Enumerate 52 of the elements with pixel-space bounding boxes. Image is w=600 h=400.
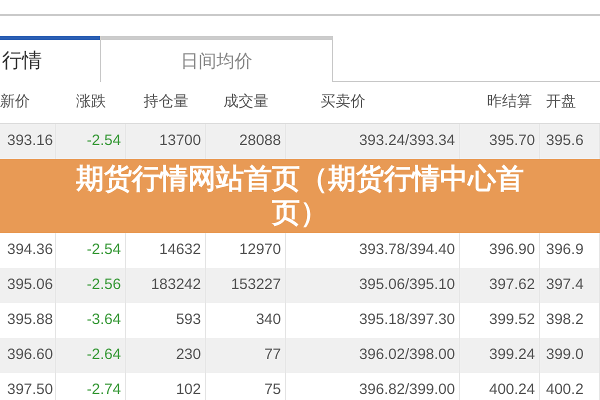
column-header: 新价	[0, 92, 31, 112]
column-header: 买卖价	[320, 92, 366, 112]
table-cell-text: 395.6	[546, 131, 584, 152]
table-cell-text: 393.78/394.40	[359, 240, 455, 260]
column-header: 持仓量	[142, 92, 190, 112]
table-cell-text: 396.90	[489, 240, 535, 260]
table-cell-text: 395.18/397.30	[359, 310, 455, 330]
table-cell-text: -2.54	[86, 131, 121, 152]
table-cell-text: 396.60	[7, 345, 53, 366]
banner-title: 期货行情网站首页（期货行情中心首页）	[75, 162, 525, 230]
table-cell-text: -2.54	[86, 240, 121, 260]
table-cell-text: 397.4	[546, 275, 584, 296]
table-cell-text: -2.74	[86, 380, 121, 400]
tab[interactable]: 行情	[0, 36, 100, 82]
table-cell-text: 153227	[230, 275, 281, 296]
table-cell-text: 397.62	[489, 275, 535, 296]
column-header: 涨跌	[75, 92, 107, 112]
column-header: 成交量	[222, 92, 270, 112]
column-header: 昨结算	[486, 92, 533, 112]
table-cell-text: 399.52	[489, 310, 535, 330]
table-cell-text: 394.36	[7, 240, 53, 260]
table-cell-text: 400.24	[489, 380, 535, 400]
table-cell-text: 393.24/393.34	[359, 131, 455, 152]
table-cell-text: 397.50	[7, 380, 53, 400]
table-cell-text: 399.0	[546, 345, 584, 366]
table-cell-text: -2.56	[86, 275, 121, 296]
table-cell-text: 395.88	[7, 310, 53, 330]
table-cell-text: 400.2	[546, 380, 584, 400]
table-cell-text: 102	[176, 380, 201, 400]
tab[interactable]: 日间均价	[100, 36, 333, 82]
table-cell-text: 396.9	[546, 240, 584, 260]
table-cell-text: 396.02/398.00	[359, 345, 455, 366]
table-cell-text: 75	[264, 380, 281, 400]
column-header: 开盘	[545, 92, 577, 112]
table-cell-text: 230	[176, 345, 201, 366]
table-cell-text: 393.16	[7, 131, 53, 152]
table-cell-text: 340	[256, 310, 281, 330]
table-cell-text: 395.06/395.10	[359, 275, 455, 296]
table-cell-text: -3.64	[86, 310, 121, 330]
table-cell-text: -2.64	[86, 345, 121, 366]
table-cell-text: 28088	[239, 131, 281, 152]
table-cell-text: 593	[176, 310, 201, 330]
table-cell-text: 395.06	[7, 275, 53, 296]
table-cell-text: 399.24	[489, 345, 535, 366]
table-cell-text: 77	[264, 345, 281, 366]
table-cell-text: 183242	[150, 275, 201, 296]
table-cell-text: 398.2	[546, 310, 584, 330]
table-cell-text: 14632	[159, 240, 201, 260]
table-cell-text: 13700	[159, 131, 201, 152]
table-cell-text: 396.82/399.00	[359, 380, 455, 400]
table-cell-text: 395.70	[489, 131, 535, 152]
table-cell-text: 12970	[239, 240, 281, 260]
